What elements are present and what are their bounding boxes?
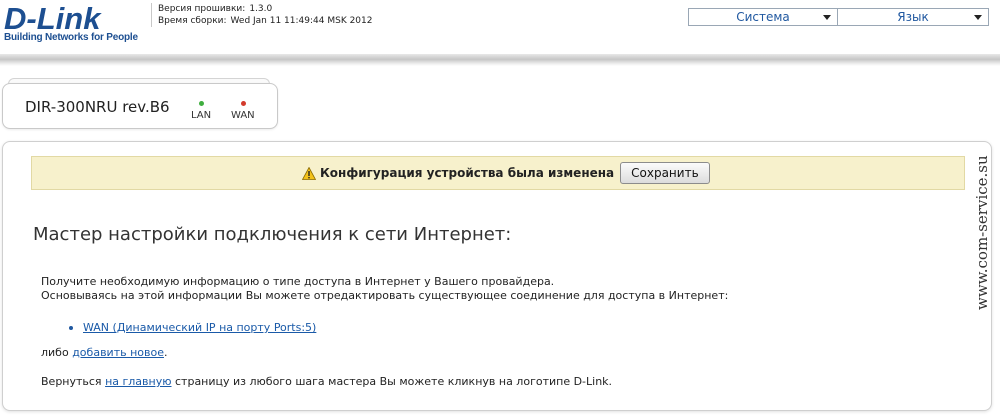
header: D-Link Building Networks for People Верс… xyxy=(0,0,1000,62)
wan-led-icon xyxy=(241,101,246,106)
notice-text: Конфигурация устройства была изменена xyxy=(320,166,615,180)
menu-language[interactable]: Язык xyxy=(838,8,989,26)
wizard-title: Мастер настройки подключения к сети Инте… xyxy=(33,224,512,245)
connection-list-item: WAN (Динамический IP на порту Ports:5) xyxy=(41,321,728,335)
device-status-card: DIR-300NRU rev.B6 LAN WAN xyxy=(2,83,278,129)
lan-led-icon xyxy=(199,101,204,106)
notice-content: Конфигурация устройства была изменена Со… xyxy=(302,161,710,185)
dlink-logo-mark: D-Link xyxy=(4,2,102,34)
add-new-link[interactable]: добавить новое xyxy=(72,346,164,359)
bullet-icon xyxy=(69,326,73,330)
warning-icon xyxy=(302,166,316,180)
connection-list: WAN (Динамический IP на порту Ports:5) xyxy=(41,321,728,335)
firmware-info: Версия прошивки: 1.3.0 Время сборки: Wed J… xyxy=(151,3,377,27)
wizard-intro-line2: Основываясь на этой информации Вы можете… xyxy=(41,289,729,302)
wizard-content: Получите необходимую информацию о типе д… xyxy=(41,275,728,389)
menu-language-label: Язык xyxy=(897,10,929,24)
watermark: www.com-service.su xyxy=(973,155,991,310)
firmware-version-row: Версия прошивки: 1.3.0 xyxy=(158,3,377,15)
top-menu: Система Язык xyxy=(688,8,989,26)
logo-text: D-Link xyxy=(4,2,102,34)
menu-system-label: Система xyxy=(736,10,790,24)
firmware-value: 1.3.0 xyxy=(249,4,273,14)
chevron-down-icon xyxy=(974,15,982,20)
home-link[interactable]: на главную xyxy=(105,375,171,388)
add-new-line: либо добавить новое. xyxy=(41,346,728,360)
back-suffix: страницу из любого шага мастера Вы может… xyxy=(175,375,613,388)
back-prefix: Вернуться xyxy=(41,375,102,388)
save-button[interactable]: Сохранить xyxy=(620,162,710,184)
logo-tagline: Building Networks for People xyxy=(4,32,138,43)
wan-connection-link[interactable]: WAN (Динамический IP на порту Ports:5) xyxy=(83,321,316,334)
firmware-label: Версия прошивки: xyxy=(158,4,246,14)
wizard-intro-line1: Получите необходимую информацию о типе д… xyxy=(41,275,555,288)
menu-system[interactable]: Система xyxy=(688,8,838,26)
add-new-suffix: . xyxy=(163,346,168,359)
header-divider xyxy=(0,54,1000,66)
build-label: Время сборки: xyxy=(158,16,227,26)
device-model: DIR-300NRU rev.B6 xyxy=(25,98,170,116)
config-changed-notice: Конфигурация устройства была изменена Со… xyxy=(31,156,965,190)
dlink-logo[interactable]: D-Link Building Networks for People xyxy=(4,2,144,48)
build-value: Wed Jan 11 11:49:44 MSK 2012 xyxy=(230,16,373,26)
main-panel: Конфигурация устройства была изменена Со… xyxy=(2,141,992,411)
wan-led-label: WAN xyxy=(231,110,255,121)
lan-led-label: LAN xyxy=(191,110,212,121)
back-home-line: Вернуться на главную страницу из любого … xyxy=(41,375,728,389)
add-new-prefix: либо xyxy=(41,346,69,359)
build-time-row: Время сборки: Wed Jan 11 11:49:44 MSK 201… xyxy=(158,15,377,27)
chevron-down-icon xyxy=(823,15,831,20)
